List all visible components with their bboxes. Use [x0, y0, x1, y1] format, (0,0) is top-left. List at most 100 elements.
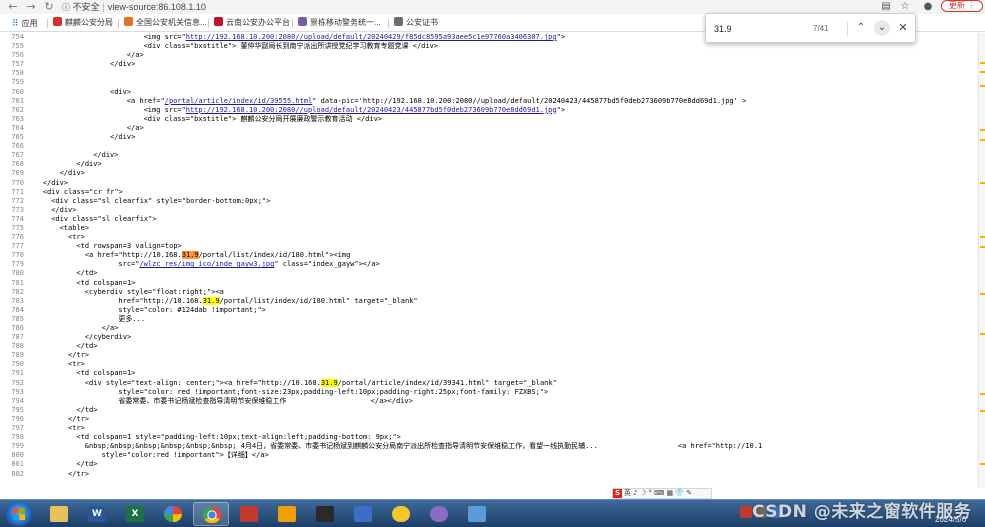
update-button[interactable]: 更新 ⋮ [941, 0, 983, 12]
code-fragment: style="color:red !important">【详细】</a> [101, 451, 269, 460]
code-fragment: </div> [59, 169, 85, 178]
code-fragment: &nbsp;&nbsp;&nbsp;&nbsp;&nbsp;&nbsp; 4月4… [84, 442, 763, 451]
source-line: 798 <td colspan=1 style="padding-left:10p… [0, 433, 978, 442]
source-link[interactable]: /wlzc_res/img_ico/inde_gayw3.jpg [139, 260, 274, 268]
source-line: 787 </cyberdiv> [0, 333, 978, 342]
code-fragment: </a> [126, 51, 144, 60]
source-view[interactable]: 754 <img src="http://192.168.10.200:2080/… [0, 33, 978, 488]
source-line: 802 </tr> [0, 470, 978, 479]
find-previous-button[interactable]: ⌃ [853, 20, 869, 36]
source-line: 757 </div> [0, 60, 978, 69]
bookmark-item[interactable]: 公安证书 [394, 16, 438, 30]
code-fragment: "> [556, 105, 566, 114]
bookmark-apps[interactable]: ⠿ 应用 [12, 16, 38, 30]
code-text: <table> [60, 224, 90, 233]
code-fragment: " class="index_gayw"></a> [274, 260, 380, 269]
line-number: 773 [11, 205, 24, 214]
line-number: 771 [11, 187, 24, 196]
tray-app-icon[interactable] [740, 506, 752, 518]
code-fragment: <table> [59, 223, 90, 232]
code-fragment: <div> [110, 87, 132, 96]
address-bar[interactable]: ⓘ 不安全 | view-source:86.108.1.10 [62, 0, 206, 14]
find-match-current: 31.9 [181, 251, 199, 260]
code-text: <td colspan=1> [76, 369, 135, 378]
line-number: 793 [11, 387, 24, 396]
code-text: <div class="cr fr"> [43, 188, 123, 197]
reader-icon[interactable]: ▤ [879, 0, 893, 14]
security-label: 不安全 [72, 2, 100, 12]
back-arrow-icon[interactable]: ← [6, 0, 20, 14]
line-number: 761 [11, 96, 24, 105]
taskbar-app[interactable] [269, 502, 305, 526]
bookmark-item[interactable]: 麒麟公安分局 [53, 16, 113, 30]
code-fragment: <a href="http://10.168. [84, 251, 182, 260]
line-number: 759 [11, 78, 24, 87]
line-number: 774 [11, 214, 24, 223]
source-line: 759 [0, 78, 978, 87]
source-line: 781 <td colspan=1> [0, 279, 978, 288]
taskbar-chrome[interactable] [193, 502, 229, 526]
code-fragment: </cyberdiv> [84, 333, 132, 342]
find-input[interactable]: 31.9 [714, 23, 804, 35]
code-text: </cyberdiv> [85, 333, 131, 342]
code-fragment: </td> [76, 269, 98, 278]
taskbar-app[interactable] [345, 502, 381, 526]
taskbar-app[interactable] [307, 502, 343, 526]
code-text: style="color: red !important;font-size:2… [118, 388, 548, 397]
bookmark-item[interactable]: 云南公安办公平台 [214, 16, 290, 30]
vertical-scrollbar[interactable] [978, 33, 985, 488]
source-line: 771 <div class="cr fr"> [0, 188, 978, 197]
profile-avatar-icon[interactable]: ● [920, 0, 936, 14]
source-line: 778 <a href="http://10.168.31.9/portal/li… [0, 251, 978, 260]
page-icon [298, 17, 307, 26]
info-icon[interactable]: ⓘ [62, 3, 70, 12]
ime-language-label[interactable]: 英 [624, 489, 631, 497]
taskbar-app[interactable] [421, 502, 457, 526]
code-fragment: </div> [110, 60, 136, 69]
taskbar-explorer[interactable] [41, 502, 77, 526]
code-text: </div> [60, 169, 85, 178]
ime-toolbar[interactable]: S英 ♪ ☽ ° ⌨ ▦ 👕 ✎ [612, 488, 712, 499]
police-badge-icon [214, 17, 223, 26]
taskbar-app[interactable] [459, 502, 495, 526]
close-icon: ✕ [898, 22, 908, 34]
source-line: 785 更多... [0, 315, 978, 324]
start-button[interactable] [6, 502, 32, 526]
star-icon[interactable]: ☆ [898, 0, 912, 14]
source-link[interactable]: /portal/article/index/id/39555.html [165, 97, 313, 105]
code-fragment: " data-pic='http://192.168.10.200:2080//… [312, 96, 747, 105]
line-number: 778 [11, 251, 24, 260]
bookmark-item[interactable]: 全国公安机关信息... [124, 16, 207, 30]
taskbar-app[interactable] [383, 502, 419, 526]
taskbar-word[interactable]: W [79, 502, 115, 526]
taskbar-excel[interactable]: X [117, 502, 153, 526]
taskbar-app[interactable] [231, 502, 267, 526]
find-match: 31.9 [202, 296, 220, 305]
code-fragment: </div> [42, 178, 69, 187]
source-line: 773 </div> [0, 206, 978, 215]
find-close-button[interactable]: ✕ [895, 20, 911, 36]
ime-tool-icons[interactable]: ♪ ☽ ° ⌨ ▦ 👕 ✎ [633, 489, 692, 497]
find-match: 31.9 [320, 378, 338, 387]
reload-icon[interactable]: ↻ [42, 0, 56, 14]
code-text: </td> [76, 269, 97, 278]
line-number: 796 [11, 414, 24, 423]
taskbar-app[interactable] [155, 502, 191, 526]
line-number: 787 [11, 333, 24, 342]
source-line: 788 </td> [0, 342, 978, 351]
code-text: <div style="text-align: center;"><a href… [85, 378, 557, 388]
bookmark-item[interactable]: 景栋移动警务统一... [298, 16, 381, 30]
forward-arrow-icon[interactable]: → [24, 0, 38, 14]
source-line: 769 </div> [0, 169, 978, 178]
source-link[interactable]: http://192.168.10.200:2080//upload/defau… [186, 106, 557, 114]
code-fragment: <tr> [68, 360, 85, 369]
code-fragment: /portal/article/index/id/39341.html" tar… [337, 378, 557, 387]
code-text: <td colspan=1> [76, 279, 135, 288]
find-next-button[interactable]: ⌄ [874, 20, 890, 36]
source-link[interactable]: http://192.168.10.200:2080//upload/defau… [186, 33, 557, 41]
code-fragment: </div> [51, 205, 77, 214]
document-icon [394, 17, 403, 26]
code-text: </div> [93, 151, 118, 160]
police-badge-icon [53, 17, 62, 26]
code-fragment: <cyberdiv style="float:right;"><a [84, 287, 224, 296]
